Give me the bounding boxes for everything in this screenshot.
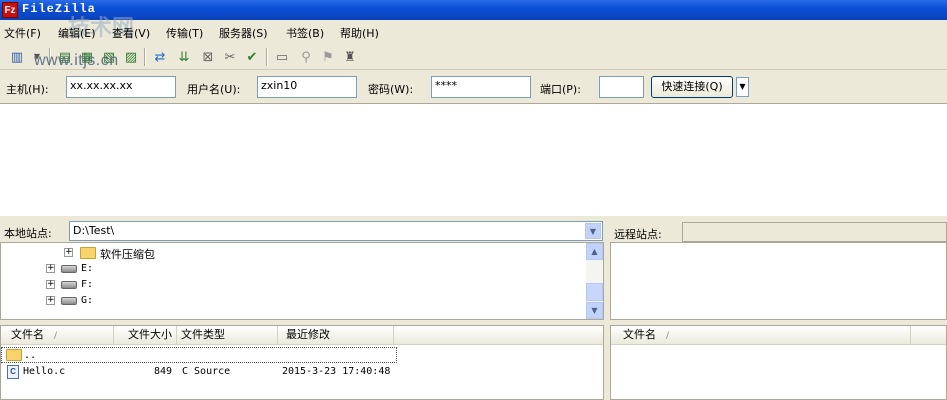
folder-icon xyxy=(80,247,96,259)
file-size: 849 xyxy=(153,366,172,377)
site-manager-icon[interactable]: ▥ xyxy=(8,48,26,66)
local-site-label: 本地站点: xyxy=(4,227,52,240)
menu-file[interactable]: 文件(F) xyxy=(4,25,41,41)
chevron-down-icon[interactable]: ▼ xyxy=(585,223,601,239)
drive-icon xyxy=(61,297,77,305)
search-remote-files-icon[interactable]: ♜ xyxy=(341,48,359,66)
toolbar-separator xyxy=(266,48,268,66)
expand-icon[interactable]: + xyxy=(46,264,55,273)
drive-icon xyxy=(61,265,77,273)
reconnect-icon[interactable]: ✔ xyxy=(243,48,261,66)
port-input[interactable] xyxy=(599,76,644,98)
menu-bookmarks[interactable]: 书签(B) xyxy=(286,25,324,41)
scroll-down-icon[interactable]: ▼ xyxy=(586,302,603,319)
tree-scrollbar[interactable]: ▲ ▼ xyxy=(586,243,603,319)
tree-item-label: G: xyxy=(81,295,94,306)
local-file-list[interactable]: 文件名 / 文件大小 文件类型 最近修改 .. C Hello.c 849 C S… xyxy=(0,325,604,400)
menu-server[interactable]: 服务器(S) xyxy=(219,25,268,41)
sort-indicator: / xyxy=(666,331,670,341)
watermark-text: www.itjs.cn xyxy=(34,52,119,69)
disconnect-icon[interactable]: ✂ xyxy=(221,48,239,66)
column-header-filetype[interactable]: 文件类型 xyxy=(177,326,278,345)
column-label: 文件名 xyxy=(11,328,44,341)
folder-icon xyxy=(6,349,22,361)
remote-list-header: 文件名 / xyxy=(611,326,946,345)
menu-transfer[interactable]: 传输(T) xyxy=(166,25,203,41)
expand-icon[interactable]: + xyxy=(46,296,55,305)
file-row[interactable]: C Hello.c 849 C Source 2015-3-23 17:40:4… xyxy=(1,364,397,380)
remote-file-list[interactable]: 文件名 / xyxy=(610,325,947,400)
quickconnect-button[interactable]: 快速连接(Q) xyxy=(651,76,733,98)
tree-item-drive-g[interactable]: + G: xyxy=(1,293,586,309)
remote-site-label: 远程站点: xyxy=(614,228,662,241)
tree-item-label: F: xyxy=(81,279,94,290)
quickconnect-bar: 主机(H): xx.xx.xx.xx 用户名(U): zxin10 密码(W):… xyxy=(0,72,947,102)
directory-comparison-icon[interactable]: ⚲ xyxy=(297,48,315,66)
host-label: 主机(H): xyxy=(6,83,49,96)
scroll-thumb[interactable] xyxy=(586,283,603,301)
drive-icon xyxy=(61,281,77,289)
message-log[interactable] xyxy=(0,103,947,216)
local-site-bar: 本地站点: D:\Test\ ▼ xyxy=(0,220,604,242)
file-type: C Source xyxy=(182,366,231,377)
process-queue-icon[interactable]: ⇊ xyxy=(175,48,193,66)
synchronized-browsing-icon[interactable]: ⚑ xyxy=(319,48,337,66)
local-path-input[interactable]: D:\Test\ ▼ xyxy=(69,221,603,241)
expand-icon[interactable]: + xyxy=(64,248,73,257)
toggle-queue-icon[interactable]: ▨ xyxy=(122,48,140,66)
quickconnect-history-dropdown[interactable]: ▼ xyxy=(736,77,749,97)
title-bar: Fz FileZilla 技术网 xyxy=(0,0,947,41)
scroll-up-icon[interactable]: ▲ xyxy=(586,243,603,260)
expand-icon[interactable]: + xyxy=(46,280,55,289)
port-label: 端口(P): xyxy=(540,83,581,96)
column-header-modified[interactable]: 最近修改 xyxy=(278,326,394,345)
column-label: 文件名 xyxy=(623,328,656,341)
menu-view[interactable]: 查看(V) xyxy=(112,25,150,41)
filezilla-app-icon: Fz xyxy=(2,2,18,18)
remote-directory-tree[interactable] xyxy=(610,242,947,320)
column-header-filesize[interactable]: 文件大小 xyxy=(114,326,177,345)
cancel-operation-icon[interactable]: ⊠ xyxy=(199,48,217,66)
file-row-parent-directory[interactable]: .. xyxy=(1,347,397,363)
local-list-header: 文件名 / 文件大小 文件类型 最近修改 xyxy=(1,326,603,345)
file-modified: 2015-3-23 17:40:48 xyxy=(282,366,391,377)
toolbar: ▥ ▼ ▤ ▦ ▧ ▨ ⇄ ⇊ ⊠ ✂ ✔ ▭ ⚲ ⚑ ♜ xyxy=(0,44,947,70)
menu-edit[interactable]: 编辑(E) xyxy=(58,25,96,41)
local-path-value: D:\Test\ xyxy=(73,224,115,237)
file-name: .. xyxy=(24,350,37,361)
remote-site-bar: 远程站点: xyxy=(610,222,947,242)
menu-bar: 文件(F) 编辑(E) 查看(V) 传输(T) 服务器(S) 书签(B) 帮助(… xyxy=(0,22,947,42)
username-label: 用户名(U): xyxy=(187,83,241,96)
c-source-file-icon: C xyxy=(7,365,19,379)
tree-item-drive-e[interactable]: + E: xyxy=(1,261,586,277)
password-label: 密码(W): xyxy=(368,83,414,96)
username-input[interactable]: zxin10 xyxy=(257,76,357,98)
remote-path-input[interactable] xyxy=(682,222,947,242)
tree-item-folder[interactable]: + 软件压缩包 xyxy=(1,245,586,261)
tree-item-drive-f[interactable]: + F: xyxy=(1,277,586,293)
sort-indicator: / xyxy=(54,331,58,341)
refresh-icon[interactable]: ⇄ xyxy=(151,48,169,66)
local-directory-tree[interactable]: + 软件压缩包 + E: + F: + G: ▲ ▼ xyxy=(0,242,604,320)
column-header-filename[interactable]: 文件名 / xyxy=(611,326,911,345)
host-input[interactable]: xx.xx.xx.xx xyxy=(66,76,176,98)
password-input[interactable]: **** xyxy=(431,76,531,98)
file-name: Hello.c xyxy=(23,366,66,377)
tree-item-label: 软件压缩包 xyxy=(100,248,155,261)
directory-listing-filters-icon[interactable]: ▭ xyxy=(273,48,291,66)
toolbar-separator xyxy=(144,48,146,66)
tree-item-label: E: xyxy=(81,263,94,274)
column-header-filename[interactable]: 文件名 / xyxy=(1,326,114,345)
menu-help[interactable]: 帮助(H) xyxy=(340,25,379,41)
